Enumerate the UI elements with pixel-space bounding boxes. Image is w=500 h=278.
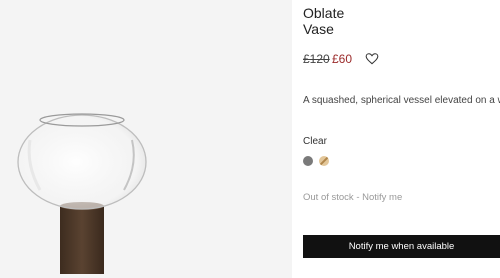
product-description: A squashed, spherical vessel elevated on… <box>303 95 500 106</box>
heart-outline-icon[interactable] <box>365 52 379 66</box>
product-title-line-2: Vase <box>303 21 334 37</box>
unavailable-slash-icon <box>319 156 329 166</box>
notify-me-button[interactable]: Notify me when available <box>303 235 500 258</box>
stock-status[interactable]: Out of stock - Notify me <box>303 192 402 203</box>
color-swatch-unavailable[interactable] <box>319 156 329 166</box>
product-image-oblate-vase <box>17 113 147 274</box>
sale-price: £60 <box>332 52 353 66</box>
variant-label: Clear <box>303 136 327 147</box>
original-price: £120 <box>303 52 330 66</box>
product-image-panel <box>0 0 292 278</box>
product-info-panel: Oblate Vase £120 £60 A squashed, spheric… <box>303 0 500 278</box>
color-swatch-grey[interactable] <box>303 156 313 166</box>
product-title-line-1: Oblate <box>303 5 345 21</box>
